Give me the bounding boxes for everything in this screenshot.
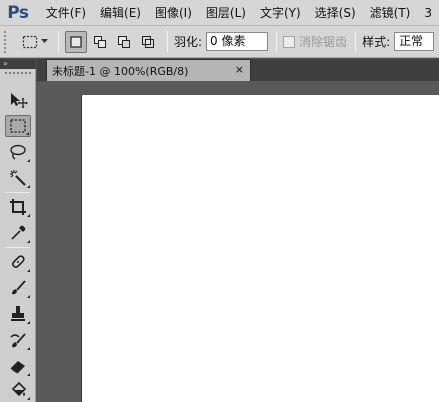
document-tab[interactable]: 未标题-1 @ 100%(RGB/8) × xyxy=(46,59,251,81)
feather-label: 羽化: xyxy=(174,35,203,49)
paint-bucket-icon xyxy=(11,381,27,397)
tool-flyout-indicator xyxy=(27,347,30,350)
close-icon[interactable]: × xyxy=(235,63,244,76)
eyedropper-tool[interactable] xyxy=(5,222,31,244)
eraser-icon xyxy=(10,361,25,374)
tools-panel-grip[interactable] xyxy=(5,72,31,75)
menu-filter[interactable]: 滤镜(T) xyxy=(363,0,418,26)
add-to-selection-button[interactable] xyxy=(89,31,111,53)
menu-image[interactable]: 图像(I) xyxy=(148,0,199,26)
tools-panel xyxy=(0,69,36,402)
antialias-checkbox[interactable] xyxy=(283,35,296,48)
magic-wand-tool[interactable] xyxy=(5,167,31,189)
document-tab-title: 未标题-1 @ 100%(RGB/8) xyxy=(52,64,189,78)
options-bar-grip[interactable] xyxy=(4,30,10,53)
document-tab-bar: 未标题-1 @ 100%(RGB/8) × xyxy=(37,59,439,81)
menu-file[interactable]: 文件(F) xyxy=(36,0,93,26)
separator xyxy=(167,30,168,53)
separator xyxy=(276,30,278,53)
lasso-tool[interactable] xyxy=(5,141,31,163)
new-selection-button[interactable] xyxy=(65,30,87,53)
menu-layer[interactable]: 图层(L) xyxy=(199,0,253,26)
add-to-selection-icon xyxy=(94,35,106,48)
eyedropper-icon xyxy=(11,225,26,240)
intersect-selection-button[interactable] xyxy=(137,31,159,53)
tool-flyout-indicator xyxy=(27,373,30,376)
tool-flyout-indicator xyxy=(27,295,30,298)
history-brush-tool[interactable] xyxy=(5,329,31,351)
brush-icon xyxy=(12,280,26,295)
tool-flyout-indicator xyxy=(27,214,30,217)
document-canvas[interactable] xyxy=(82,95,439,402)
move-tool[interactable] xyxy=(5,89,31,111)
crop-icon xyxy=(10,199,26,215)
feather-input[interactable]: 0 像素 xyxy=(206,32,269,51)
crop-tool[interactable] xyxy=(5,196,31,218)
tool-divider xyxy=(6,247,30,248)
subtract-selection-icon xyxy=(118,35,130,48)
photoshop-logo: Ps xyxy=(7,2,29,23)
history-brush-icon xyxy=(10,333,26,348)
style-select[interactable]: 正常 xyxy=(394,32,435,51)
menu-select[interactable]: 选择(S) xyxy=(308,0,363,26)
tool-flyout-indicator xyxy=(27,397,30,400)
tool-flyout-indicator xyxy=(27,159,30,162)
intersect-selection-icon xyxy=(142,35,154,48)
tool-flyout-indicator xyxy=(27,240,30,243)
separator xyxy=(58,30,59,53)
separator xyxy=(355,30,357,53)
tool-preset-picker[interactable] xyxy=(22,30,52,54)
workspace xyxy=(37,81,439,402)
tools-panel-header[interactable]: » xyxy=(0,59,36,69)
healing-brush-icon xyxy=(12,255,25,268)
new-selection-icon xyxy=(70,35,82,48)
move-tool-icon xyxy=(11,93,28,109)
tool-flyout-indicator xyxy=(27,269,30,272)
tool-flyout-indicator xyxy=(26,132,29,135)
chevron-down-icon xyxy=(41,39,48,43)
antialias-label: 消除锯齿 xyxy=(299,35,348,49)
rectangular-marquee-icon xyxy=(22,35,38,48)
subtract-from-selection-button[interactable] xyxy=(113,31,135,53)
clone-stamp-icon xyxy=(11,306,25,321)
brush-tool[interactable] xyxy=(5,277,31,299)
magic-wand-icon xyxy=(10,170,26,186)
healing-brush-tool[interactable] xyxy=(5,251,31,273)
lasso-icon xyxy=(10,144,26,160)
menu-3d[interactable]: 3 xyxy=(417,0,439,26)
tool-flyout-indicator xyxy=(27,321,30,324)
collapse-panel-icon[interactable]: » xyxy=(3,59,8,69)
menu-type[interactable]: 文字(Y) xyxy=(253,0,308,26)
clone-stamp-tool[interactable] xyxy=(5,303,31,325)
rectangular-marquee-icon xyxy=(10,119,26,133)
menu-bar: Ps 文件(F) 编辑(E) 图像(I) 图层(L) 文字(Y) 选择(S) 滤… xyxy=(0,0,439,26)
menu-edit[interactable]: 编辑(E) xyxy=(93,0,148,26)
rectangular-marquee-tool[interactable] xyxy=(5,115,31,137)
paint-bucket-tool[interactable] xyxy=(5,379,31,401)
eraser-tool[interactable] xyxy=(5,355,31,377)
tool-divider xyxy=(6,192,30,193)
tool-flyout-indicator xyxy=(27,185,30,188)
style-label: 样式: xyxy=(362,35,391,49)
options-bar: 羽化: 0 像素 消除锯齿 样式: 正常 xyxy=(0,26,439,58)
